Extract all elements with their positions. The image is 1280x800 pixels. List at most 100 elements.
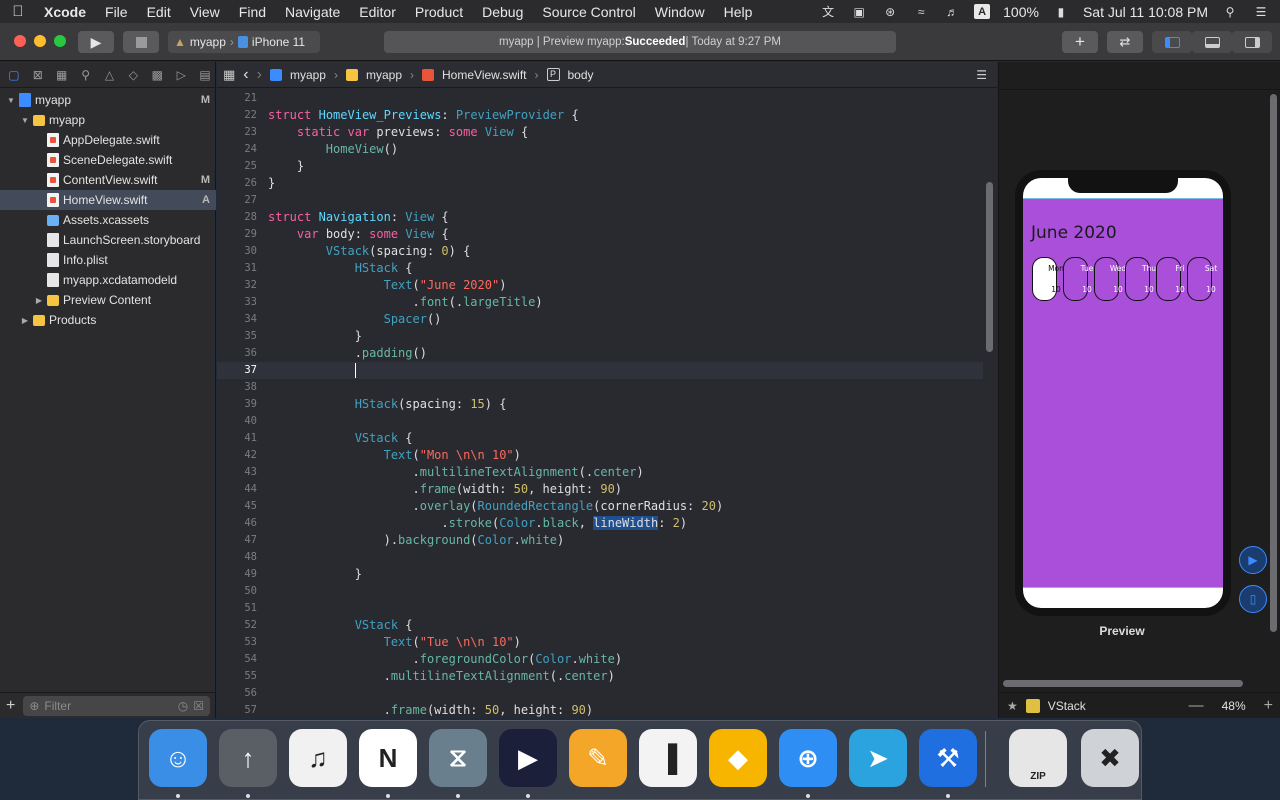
menu-navigate[interactable]: Navigate: [285, 4, 340, 20]
breadcrumb-symbol[interactable]: body: [568, 68, 594, 82]
trash-icon[interactable]: ✖: [1081, 729, 1139, 787]
menu-edit[interactable]: Edit: [147, 4, 171, 20]
code-line[interactable]: 49 }: [217, 566, 983, 583]
code-line[interactable]: 38: [217, 379, 983, 396]
code-line[interactable]: 21: [217, 90, 983, 107]
file-tree-item[interactable]: ▶ Products: [0, 310, 216, 330]
stop-button[interactable]: [123, 31, 159, 53]
zoom-level[interactable]: 48%: [1222, 699, 1246, 713]
library-button[interactable]: +: [1062, 31, 1098, 53]
battery-percent[interactable]: 100%: [1003, 4, 1039, 20]
code-line[interactable]: 34 Spacer(): [217, 311, 983, 328]
close-window-button[interactable]: [14, 35, 26, 47]
menu-view[interactable]: View: [190, 4, 220, 20]
archiver-icon[interactable]: ⧖: [429, 729, 487, 787]
file-tree-item[interactable]: ▼ myapp: [0, 110, 216, 130]
code-line[interactable]: 39 HStack(spacing: 15) {: [217, 396, 983, 413]
file-tree-item[interactable]: myapp.xcdatamodeld: [0, 270, 216, 290]
code-line[interactable]: 42 Text("Mon \n\n 10"): [217, 447, 983, 464]
code-line[interactable]: 47 ).background(Color.white): [217, 532, 983, 549]
wifi-icon[interactable]: ≈: [912, 5, 930, 19]
infuse-icon[interactable]: ▶: [499, 729, 557, 787]
preview-on-device-button[interactable]: ▯: [1239, 585, 1267, 613]
notion-icon[interactable]: N: [359, 729, 417, 787]
code-line[interactable]: 40: [217, 413, 983, 430]
scheme-selector[interactable]: ▲ myapp › iPhone 11: [168, 31, 320, 53]
input-source-icon[interactable]: A: [974, 4, 991, 19]
notification-center-icon[interactable]: ☰: [1252, 5, 1270, 19]
menu-editor[interactable]: Editor: [359, 4, 396, 20]
music-icon[interactable]: ♫: [289, 729, 347, 787]
file-tree-item[interactable]: Info.plist: [0, 250, 216, 270]
selected-view[interactable]: VStack: [1048, 699, 1086, 713]
menu-xcode[interactable]: Xcode: [44, 4, 86, 20]
back-chevron-icon[interactable]: ‹: [243, 66, 248, 84]
code-line[interactable]: 22 struct HomeView_Previews: PreviewProvi…: [217, 107, 983, 124]
code-line[interactable]: 53 Text("Tue \n\n 10"): [217, 634, 983, 651]
toggle-debug-area-button[interactable]: [1192, 31, 1232, 53]
scm-filter-icon[interactable]: ☒: [193, 699, 204, 713]
file-tree-item[interactable]: ContentView.swift M: [0, 170, 216, 190]
code-area[interactable]: 21 22 struct HomeView_Previews: PreviewPro…: [217, 90, 997, 718]
code-line[interactable]: 46 .stroke(Color.black, lineWidth: 2): [217, 515, 983, 532]
code-line[interactable]: 56: [217, 685, 983, 702]
symbol-tab-icon[interactable]: ▦: [52, 65, 72, 85]
code-line[interactable]: 36 .padding(): [217, 345, 983, 362]
code-line[interactable]: 32 Text("June 2020"): [217, 277, 983, 294]
menu-file[interactable]: File: [105, 4, 128, 20]
code-line[interactable]: 52 VStack {: [217, 617, 983, 634]
file-tree-item[interactable]: ▼ myapp M: [0, 90, 216, 110]
canvas-vertical-scrollbar[interactable]: [1270, 94, 1277, 632]
code-line[interactable]: 23 static var previews: some View {: [217, 124, 983, 141]
code-line[interactable]: 55 .multilineTextAlignment(.center): [217, 668, 983, 685]
pin-icon[interactable]: ★: [1007, 699, 1018, 713]
launchpad-icon[interactable]: ↑: [219, 729, 277, 787]
test-tab-diamond-icon[interactable]: ◇: [123, 65, 143, 85]
run-button[interactable]: ▶: [78, 31, 114, 53]
bluetooth-icon[interactable]: ⊛: [881, 5, 899, 19]
code-line[interactable]: 28 struct Navigation: View {: [217, 209, 983, 226]
find-tab-icon[interactable]: ⚲: [76, 65, 96, 85]
breakpoint-tab-icon[interactable]: ▷: [171, 65, 191, 85]
volume-icon[interactable]: ♬: [943, 5, 961, 19]
code-line[interactable]: 31 HStack {: [217, 260, 983, 277]
minimize-window-button[interactable]: [34, 35, 46, 47]
add-file-plus-icon[interactable]: +: [6, 697, 15, 715]
source-control-tab-icon[interactable]: ⊠: [28, 65, 48, 85]
pages-icon[interactable]: ✎: [569, 729, 627, 787]
code-line[interactable]: 24 HomeView(): [217, 141, 983, 158]
zip-archive-icon[interactable]: ZIP: [1009, 729, 1067, 787]
menu-window[interactable]: Window: [655, 4, 705, 20]
issue-tab-warning-icon[interactable]: △: [100, 65, 120, 85]
zoom-out-button[interactable]: —: [1189, 697, 1204, 714]
code-line[interactable]: 29 var body: some View {: [217, 226, 983, 243]
menu-find[interactable]: Find: [239, 4, 266, 20]
toggle-inspector-button[interactable]: [1232, 31, 1272, 53]
file-tree-item[interactable]: AppDelegate.swift: [0, 130, 216, 150]
code-line[interactable]: 33 .font(.largeTitle): [217, 294, 983, 311]
menu-help[interactable]: Help: [724, 4, 753, 20]
disclosure-closed-icon[interactable]: ▶: [34, 296, 44, 305]
code-line[interactable]: 26}: [217, 175, 983, 192]
breadcrumb-project[interactable]: myapp: [290, 68, 326, 82]
translate-icon[interactable]: 文: [819, 5, 837, 19]
code-line[interactable]: 30 VStack(spacing: 0) {: [217, 243, 983, 260]
breadcrumb-group[interactable]: myapp: [366, 68, 402, 82]
code-line[interactable]: 57 .frame(width: 50, height: 90): [217, 702, 983, 718]
code-review-button[interactable]: ⇄: [1107, 31, 1143, 53]
display-icon[interactable]: ▣: [850, 5, 868, 19]
numbers-icon[interactable]: ▐: [639, 729, 697, 787]
code-line[interactable]: 43 .multilineTextAlignment(.center): [217, 464, 983, 481]
code-line[interactable]: 50: [217, 583, 983, 600]
apple-menu-icon[interactable]: : [10, 3, 26, 20]
editor-options-icon[interactable]: ☰: [976, 68, 987, 82]
debug-tab-icon[interactable]: ▩: [147, 65, 167, 85]
recent-filter-clock-icon[interactable]: ◷: [178, 699, 188, 713]
menu-product[interactable]: Product: [415, 4, 463, 20]
clock[interactable]: Sat Jul 11 10:08 PM: [1083, 4, 1208, 20]
disclosure-open-icon[interactable]: ▼: [20, 116, 30, 125]
telegram-icon[interactable]: ➤: [849, 729, 907, 787]
code-line[interactable]: 48: [217, 549, 983, 566]
toggle-navigator-button[interactable]: [1152, 31, 1192, 53]
breadcrumb-file[interactable]: HomeView.swift: [442, 68, 526, 82]
